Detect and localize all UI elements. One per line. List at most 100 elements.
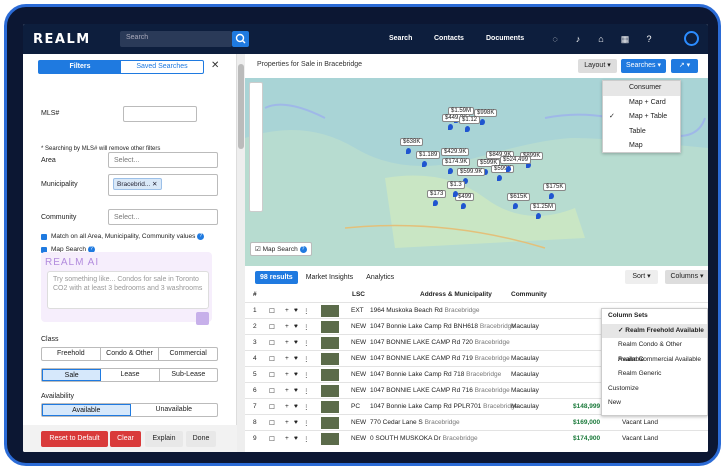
more-icon[interactable]: ⋮ [303, 371, 310, 379]
columns-button[interactable]: Columns ▾ [665, 270, 708, 284]
row-address[interactable]: 770 Cedar Lane S Bracebridge [370, 419, 460, 426]
layout-option-consumer[interactable]: Consumer [603, 81, 680, 96]
class-condo[interactable]: Condo & Other [101, 348, 160, 360]
class-freehold[interactable]: Freehold [42, 348, 101, 360]
heart-icon[interactable]: ♥ [294, 403, 298, 410]
match-all-checkbox[interactable] [41, 234, 47, 240]
chat-icon[interactable]: ◌ [549, 33, 561, 45]
map-marker-icon[interactable] [549, 193, 554, 199]
row-checkbox[interactable]: ☐ [269, 419, 275, 427]
tab-analytics[interactable]: Analytics [361, 271, 399, 284]
add-icon[interactable]: + [285, 387, 289, 394]
map-marker-icon[interactable] [480, 119, 485, 125]
column-set-freehold[interactable]: ✓ Realm Freehold Available [602, 323, 707, 338]
more-icon[interactable]: ⋮ [303, 307, 310, 315]
more-icon[interactable]: ⋮ [303, 435, 310, 443]
listing-photo[interactable] [321, 321, 339, 333]
avatar[interactable] [684, 31, 699, 46]
map-price-pin[interactable]: $175K [543, 183, 567, 191]
heart-icon[interactable]: ♥ [294, 323, 298, 330]
map-marker-icon[interactable] [506, 166, 511, 172]
ai-search-button[interactable] [196, 312, 209, 325]
municipality-chip[interactable]: Bracebrid... ✕ [113, 178, 162, 190]
layout-button[interactable]: Layout ▾ [578, 59, 617, 73]
heart-icon[interactable]: ♥ [294, 307, 298, 314]
row-checkbox[interactable]: ☐ [269, 435, 275, 443]
availability-unavailable[interactable]: Unavailable [131, 404, 218, 416]
class-commercial[interactable]: Commercial [159, 348, 217, 360]
add-icon[interactable]: + [285, 339, 289, 346]
type-sublease[interactable]: Sub-Lease [160, 369, 217, 381]
home-icon[interactable]: ⌂ [595, 33, 607, 45]
map-price-pin[interactable]: $173 [427, 190, 447, 198]
bell-icon[interactable]: ♪ [572, 33, 584, 45]
nav-documents[interactable]: Documents [486, 35, 524, 42]
map-marker-icon[interactable] [448, 168, 453, 174]
map-marker-icon[interactable] [461, 203, 466, 209]
map-price-pin[interactable]: $1.189 [416, 151, 441, 159]
map-marker-icon[interactable] [536, 213, 541, 219]
more-icon[interactable]: ⋮ [303, 323, 310, 331]
add-icon[interactable]: + [285, 403, 289, 410]
close-icon[interactable]: ✕ [211, 60, 219, 71]
row-checkbox[interactable]: ☐ [269, 339, 275, 347]
map-price-pin[interactable]: $615K [507, 193, 531, 201]
table-row[interactable]: 8 ☐ + ♥ ⋮ NEW 770 Cedar Lane S Bracebridge $169… [245, 414, 708, 430]
search-input[interactable]: Search [120, 31, 232, 47]
ai-prompt-input[interactable]: Try something like... Condos for sale in… [47, 271, 209, 309]
listing-photo[interactable] [321, 337, 339, 349]
sidebar-scrollbar[interactable] [237, 54, 245, 452]
map-tools[interactable] [249, 82, 263, 212]
layout-option-map-card[interactable]: Map + Card [603, 96, 680, 111]
column-set-new[interactable]: New [602, 396, 707, 411]
done-button[interactable]: Done [186, 431, 216, 447]
listing-photo[interactable] [321, 417, 339, 429]
row-address[interactable]: 1047 Bonnie Lake Camp Rd 718 Bracebridge [370, 371, 501, 378]
row-address[interactable]: 1047 BONNIE LAKE CAMP Rd 716 Bracebridge [370, 387, 510, 394]
map-search-toggle[interactable]: ☑ Map Search ? [250, 242, 312, 256]
listing-photo[interactable] [321, 353, 339, 365]
add-icon[interactable]: + [285, 323, 289, 330]
row-checkbox[interactable]: ☐ [269, 355, 275, 363]
column-set-customize[interactable]: Customize [602, 382, 707, 397]
nav-search[interactable]: Search [389, 35, 412, 42]
map-marker-icon[interactable] [453, 191, 458, 197]
listing-photo[interactable] [321, 305, 339, 317]
row-checkbox[interactable]: ☐ [269, 371, 275, 379]
type-lease[interactable]: Lease [101, 369, 160, 381]
layout-option-map[interactable]: Map [603, 139, 680, 154]
map-price-pin[interactable]: $524,499 [500, 156, 532, 164]
apps-grid-icon[interactable]: ▦ [619, 33, 631, 45]
map-price-pin[interactable]: $1.25M [530, 203, 557, 211]
reset-button[interactable]: Reset to Default [41, 431, 108, 447]
more-icon[interactable]: ⋮ [303, 419, 310, 427]
add-icon[interactable]: + [285, 355, 289, 362]
tab-filters[interactable]: Filters [39, 61, 121, 73]
column-set-commercial[interactable]: Realm Commercial Available [602, 353, 707, 368]
heart-icon[interactable]: ♥ [294, 387, 298, 394]
clear-button[interactable]: Clear [110, 431, 141, 447]
mls-input[interactable] [123, 106, 197, 122]
listing-photo[interactable] [321, 401, 339, 413]
col-lsc[interactable]: LSC [352, 288, 365, 302]
availability-available[interactable]: Available [42, 404, 131, 416]
more-icon[interactable]: ⋮ [303, 403, 310, 411]
info-icon[interactable]: ? [299, 245, 307, 253]
map-marker-icon[interactable] [448, 124, 453, 130]
share-button[interactable]: ↗ ▾ [671, 59, 698, 73]
row-checkbox[interactable]: ☐ [269, 307, 275, 315]
col-community[interactable]: Community [511, 288, 547, 302]
map-price-pin[interactable]: $174.9K [442, 158, 471, 166]
search-button[interactable] [232, 31, 249, 47]
layout-option-map-table[interactable]: ✓ Map + Table [603, 110, 680, 125]
map-marker-icon[interactable] [433, 200, 438, 206]
map-marker-icon[interactable] [465, 126, 470, 132]
tab-market-insights[interactable]: Market Insights [301, 271, 358, 284]
more-icon[interactable]: ⋮ [303, 387, 310, 395]
map-price-pin[interactable]: $429.9K [441, 148, 470, 156]
row-address[interactable]: 1047 Bonnie Lake Camp Rd BNH618 Bracebri… [370, 323, 515, 330]
map-marker-icon[interactable] [497, 175, 502, 181]
map-price-pin[interactable]: $1.3 [447, 181, 465, 189]
column-set-generic[interactable]: Realm Generic [602, 367, 707, 382]
more-icon[interactable]: ⋮ [303, 355, 310, 363]
